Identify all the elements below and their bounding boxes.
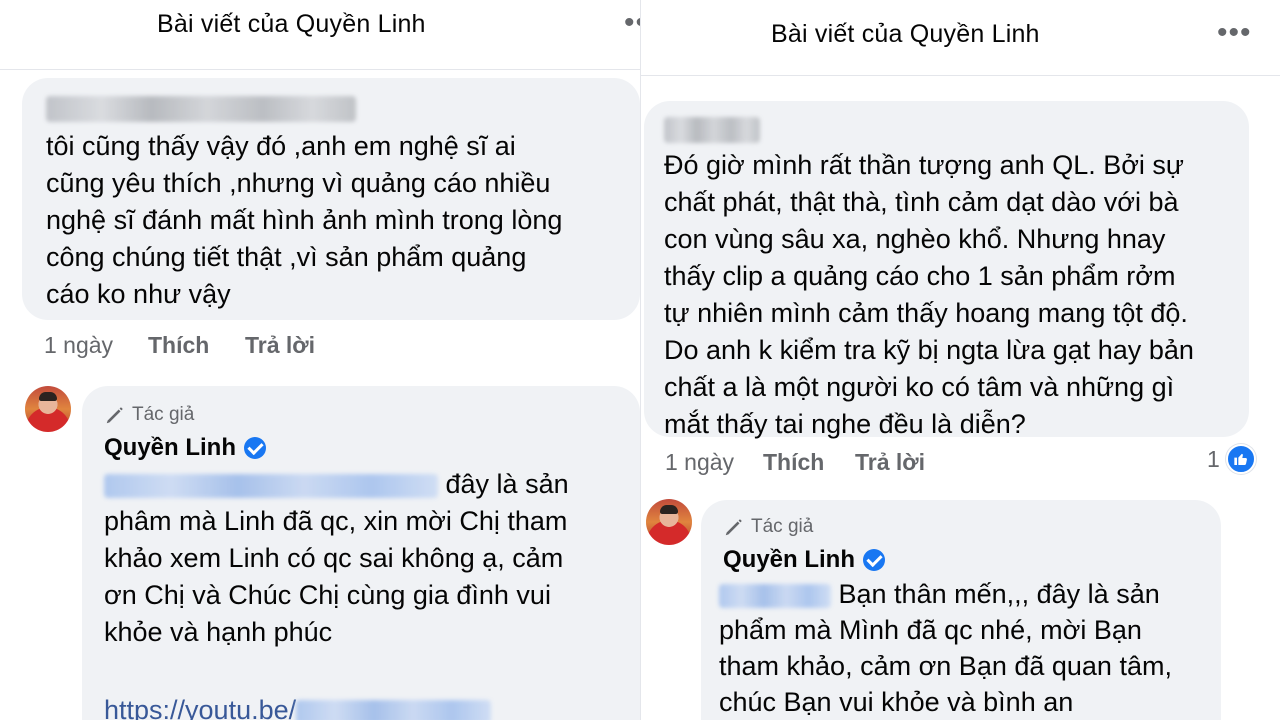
reply-line: tham khảo, cảm ơn Bạn đã quan tâm, — [719, 651, 1172, 681]
comment-line: nghệ sĩ đánh mất hình ảnh mình trong lòn… — [46, 205, 563, 235]
reply-text: đây là sản phâm mà Linh đã qc, xin mời C… — [104, 466, 634, 720]
reply-line: ơn Chị và Chúc Chị cùng gia đình vui — [104, 580, 551, 610]
page-title: Bài viết của Quyền Linh — [771, 20, 1040, 48]
author-name[interactable]: Quyền Linh — [723, 546, 885, 574]
comment-line: chất a là một người ko có tâm và những g… — [664, 372, 1175, 402]
reply-link-line: https://youtu.be/ — [104, 692, 634, 720]
author-name-text: Quyền Linh — [723, 546, 855, 573]
reply-first-line: Bạn thân mến,,, đây là sản — [719, 576, 1219, 612]
reply-button[interactable]: Trả lời — [245, 332, 315, 359]
author-name[interactable]: Quyền Linh — [104, 434, 266, 462]
reply-bubble: Tác giả Quyền Linh Bạn thân mến,,, đây l… — [701, 500, 1221, 720]
blurred-link-suffix — [296, 699, 492, 720]
verified-badge-icon — [244, 437, 266, 459]
like-button[interactable]: Thích — [763, 449, 824, 476]
author-tag: Tác giả — [723, 516, 813, 538]
verified-badge-icon — [863, 549, 885, 571]
comment-actions: 1 ngày Thích Trả lời — [44, 332, 444, 362]
pencil-icon — [106, 407, 123, 424]
comment-line: Đó giờ mình rất thần tượng anh QL. Bởi s… — [664, 150, 1185, 180]
comment-line: công chúng tiết thật ,vì sản phẩm quảng — [46, 242, 527, 272]
pencil-icon — [725, 519, 742, 536]
comment-line: chất phát, thật thà, tình cảm dạt dào vớ… — [664, 187, 1179, 217]
comment-bubble: Đó giờ mình rất thần tượng anh QL. Bởi s… — [644, 101, 1249, 439]
reply-line: đây là sản — [445, 469, 569, 499]
like-count[interactable]: 1 — [1207, 444, 1256, 474]
reply-line: khảo xem Linh có qc sai không ạ, cảm — [104, 543, 564, 573]
comment-line: thấy clip a quảng cáo cho 1 sản phẩm rởm — [664, 261, 1176, 291]
comment-line: tự nhiên mình cảm thấy hoang mang tột độ… — [664, 298, 1188, 328]
reply-line: khỏe và hạnh phúc — [104, 617, 333, 647]
author-avatar[interactable] — [646, 499, 692, 545]
left-screenshot-panel: Bài viết của Quyền Linh •• tôi cũng thấy… — [0, 0, 640, 720]
comment-time: 1 ngày — [665, 449, 735, 475]
youtube-link[interactable]: https://youtu.be/ — [104, 695, 296, 720]
reply-line: phâm mà Linh đã qc, xin mời Chị tham — [104, 506, 568, 536]
comment-bubble: tôi cũng thấy vậy đó ,anh em nghệ sĩ ai … — [22, 78, 640, 320]
comment-line: mắt thấy tai nghe đều là diễn? — [664, 409, 1026, 439]
comment-text: tôi cũng thấy vậy đó ,anh em nghệ sĩ ai … — [46, 128, 636, 313]
comment-line: tôi cũng thấy vậy đó ,anh em nghệ sĩ ai — [46, 131, 516, 161]
reply-line: phẩm mà Mình đã qc nhé, mời Bạn — [719, 615, 1142, 645]
reply-text: Bạn thân mến,,, đây là sản phẩm mà Mình … — [719, 576, 1219, 720]
author-avatar[interactable] — [25, 386, 71, 432]
more-dots-icon[interactable]: ••• — [1217, 16, 1252, 50]
thumbs-up-icon — [1225, 444, 1256, 474]
reply-line: Bạn thân mến,,, đây là sản — [838, 579, 1160, 609]
post-header: Bài viết của Quyền Linh ••• — [641, 0, 1280, 76]
right-screenshot-panel: Bài viết của Quyền Linh ••• Đó giờ mình … — [640, 0, 1280, 720]
like-count-number: 1 — [1207, 445, 1220, 472]
comment-line: Do anh k kiểm tra kỹ bị ngta lừa gạt hay… — [664, 335, 1194, 365]
reply-button[interactable]: Trả lời — [855, 449, 925, 476]
blurred-commenter-name — [46, 96, 356, 122]
reply-bubble: Tác giả Quyền Linh đây là sản phâm mà Li… — [82, 386, 640, 720]
comment-line: cáo ko như vậy — [46, 279, 231, 309]
blurred-commenter-name — [664, 117, 760, 143]
author-tag: Tác giả — [104, 404, 194, 426]
blurred-mention — [719, 583, 831, 608]
author-name-text: Quyền Linh — [104, 434, 236, 461]
reply-first-line: đây là sản — [104, 466, 634, 503]
comment-line: con vùng sâu xa, nghèo khổ. Nhưng hnay — [664, 224, 1166, 254]
page-title: Bài viết của Quyền Linh — [157, 10, 426, 38]
post-header: Bài viết của Quyền Linh •• — [0, 0, 640, 70]
comment-time: 1 ngày — [44, 332, 114, 358]
like-button[interactable]: Thích — [148, 332, 209, 359]
comment-line: cũng yêu thích ,nhưng vì quảng cáo nhiều — [46, 168, 551, 198]
comment-actions: 1 ngày Thích Trả lời — [665, 449, 1065, 479]
comment-text: Đó giờ mình rất thần tượng anh QL. Bởi s… — [664, 147, 1249, 443]
blurred-mention — [104, 473, 438, 498]
author-tag-label: Tác giả — [132, 404, 195, 425]
reply-line: chúc Bạn vui khỏe và bình an — [719, 687, 1074, 717]
author-tag-label: Tác giả — [751, 516, 814, 537]
more-dots-icon[interactable]: •• — [624, 6, 640, 40]
reply-spacer — [104, 651, 634, 688]
